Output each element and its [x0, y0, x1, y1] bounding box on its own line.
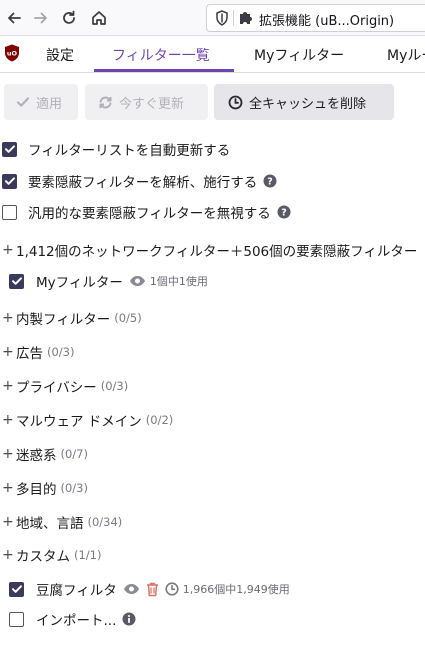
expand-icon[interactable]: +: [2, 378, 16, 394]
tab-my-rules[interactable]: Myルー: [387, 45, 425, 65]
shield-icon[interactable]: [215, 10, 229, 30]
my-filters-usage: 1個中1使用: [149, 275, 208, 288]
parse-cosmetic-checkbox[interactable]: [2, 173, 17, 189]
group-privacy[interactable]: + プライバシー (0/3): [2, 374, 128, 398]
tab-settings[interactable]: 設定: [46, 45, 74, 65]
back-icon[interactable]: [2, 6, 26, 30]
group-count: (0/5): [114, 311, 142, 325]
import-checkbox[interactable]: [9, 611, 24, 627]
filter-summary[interactable]: + 1,412個のネットワークフィルター＋506個の要素隠蔽フィルター: [2, 238, 425, 262]
page-title-in-urlbar: 拡張機能 (uB...Origin): [259, 14, 395, 29]
option-ignore-generic[interactable]: 汎用的な要素隠蔽フィルターを無視する ?: [2, 200, 291, 224]
group-annoyances[interactable]: + 迷惑系 (0/7): [2, 442, 88, 466]
eye-icon[interactable]: [129, 275, 146, 287]
custom-list-entry[interactable]: 豆腐フィルタ 1,966個中1,949使用: [9, 577, 290, 601]
expand-icon[interactable]: +: [2, 344, 16, 360]
clock-icon: [228, 95, 243, 110]
group-count: (0/34): [87, 515, 123, 529]
forward-icon[interactable]: [29, 6, 53, 30]
home-icon[interactable]: [87, 6, 111, 30]
group-label: 地域、言語: [16, 516, 84, 532]
group-default[interactable]: + 内製フィルター (0/5): [2, 306, 142, 330]
option-parse-cosmetic[interactable]: 要素隠蔽フィルターを解析、施行する ?: [2, 169, 277, 193]
import-entry[interactable]: インポート...: [9, 607, 136, 631]
expand-icon[interactable]: +: [2, 412, 16, 428]
group-count: (0/3): [60, 481, 88, 495]
auto-update-checkbox[interactable]: [2, 141, 17, 157]
import-label[interactable]: インポート...: [36, 609, 116, 629]
group-label: プライバシー: [16, 380, 97, 396]
tab-my-filters[interactable]: Myフィルター: [254, 45, 344, 65]
group-count: (1/1): [74, 548, 102, 562]
group-ads[interactable]: + 広告 (0/3): [2, 340, 74, 364]
clock-icon: [165, 582, 179, 596]
eye-icon[interactable]: [123, 583, 140, 595]
ignore-generic-checkbox[interactable]: [2, 204, 17, 220]
expand-icon[interactable]: +: [2, 480, 16, 496]
group-label: 迷惑系: [16, 448, 57, 464]
url-divider: [233, 10, 234, 26]
expand-icon[interactable]: +: [2, 310, 16, 326]
apply-button[interactable]: 適用: [4, 84, 78, 120]
url-bar[interactable]: 拡張機能 (uB...Origin): [206, 4, 425, 32]
group-label: 多目的: [16, 482, 57, 498]
help-icon[interactable]: ?: [277, 205, 291, 219]
svg-text:?: ?: [281, 208, 287, 219]
group-malware[interactable]: + マルウェア ドメイン (0/2): [2, 408, 173, 432]
ignore-generic-label: 汎用的な要素隠蔽フィルターを無視する: [28, 206, 271, 222]
group-multipurpose[interactable]: + 多目的 (0/3): [2, 476, 88, 500]
parse-cosmetic-label: 要素隠蔽フィルターを解析、施行する: [28, 175, 258, 191]
my-filters-label[interactable]: Myフィルター: [36, 271, 123, 291]
ublock-logo-icon: uO: [4, 44, 20, 62]
group-count: (0/3): [100, 379, 129, 393]
tab-filter-lists[interactable]: フィルター一覧: [112, 45, 210, 65]
group-label: カスタム: [16, 549, 70, 565]
check-icon: [16, 95, 30, 109]
info-icon[interactable]: [122, 612, 136, 626]
group-custom[interactable]: + カスタム (1/1): [2, 543, 101, 567]
group-label: 広告: [16, 346, 43, 362]
reload-icon[interactable]: [57, 6, 81, 30]
purge-all-caches-button[interactable]: 全キャッシュを削除: [214, 84, 394, 120]
custom-list-usage: 1,966個中1,949使用: [182, 583, 290, 596]
expand-icon[interactable]: +: [2, 446, 16, 462]
refresh-icon: [98, 95, 113, 110]
custom-list-label[interactable]: 豆腐フィルタ: [36, 579, 117, 599]
filter-summary-text: 1,412個のネットワークフィルター＋506個の要素隠蔽フィルター: [16, 244, 418, 260]
auto-update-label: フィルターリストを自動更新する: [28, 143, 231, 159]
svg-text:?: ?: [267, 177, 273, 188]
expand-icon[interactable]: +: [2, 514, 16, 530]
expand-icon[interactable]: +: [2, 242, 16, 258]
svg-text:uO: uO: [7, 50, 18, 58]
purge-all-caches-label: 全キャッシュを削除: [249, 96, 367, 112]
group-regions[interactable]: + 地域、言語 (0/34): [2, 510, 122, 534]
group-count: (0/7): [60, 447, 88, 461]
update-now-button-label: 今すぐ更新: [119, 96, 185, 112]
group-label: マルウェア ドメイン: [16, 414, 142, 430]
browser-toolbar: 拡張機能 (uB...Origin): [0, 0, 425, 36]
group-count: (0/2): [145, 413, 174, 427]
my-filters-checkbox[interactable]: [9, 273, 24, 289]
my-filters-entry[interactable]: Myフィルター 1個中1使用: [9, 269, 208, 293]
trash-icon[interactable]: [146, 582, 159, 597]
puzzle-piece-icon: [238, 9, 255, 30]
custom-list-checkbox[interactable]: [9, 581, 24, 597]
dashboard-tabs: uO 設定 フィルター一覧 Myフィルター Myルー: [0, 36, 425, 73]
expand-icon[interactable]: +: [2, 547, 16, 563]
apply-button-label: 適用: [36, 96, 63, 112]
active-tab-indicator: [94, 69, 234, 72]
help-icon[interactable]: ?: [263, 174, 277, 188]
update-now-button[interactable]: 今すぐ更新: [85, 84, 208, 120]
group-count: (0/3): [47, 345, 75, 359]
option-auto-update[interactable]: フィルターリストを自動更新する: [2, 137, 230, 161]
group-label: 内製フィルター: [16, 312, 111, 328]
